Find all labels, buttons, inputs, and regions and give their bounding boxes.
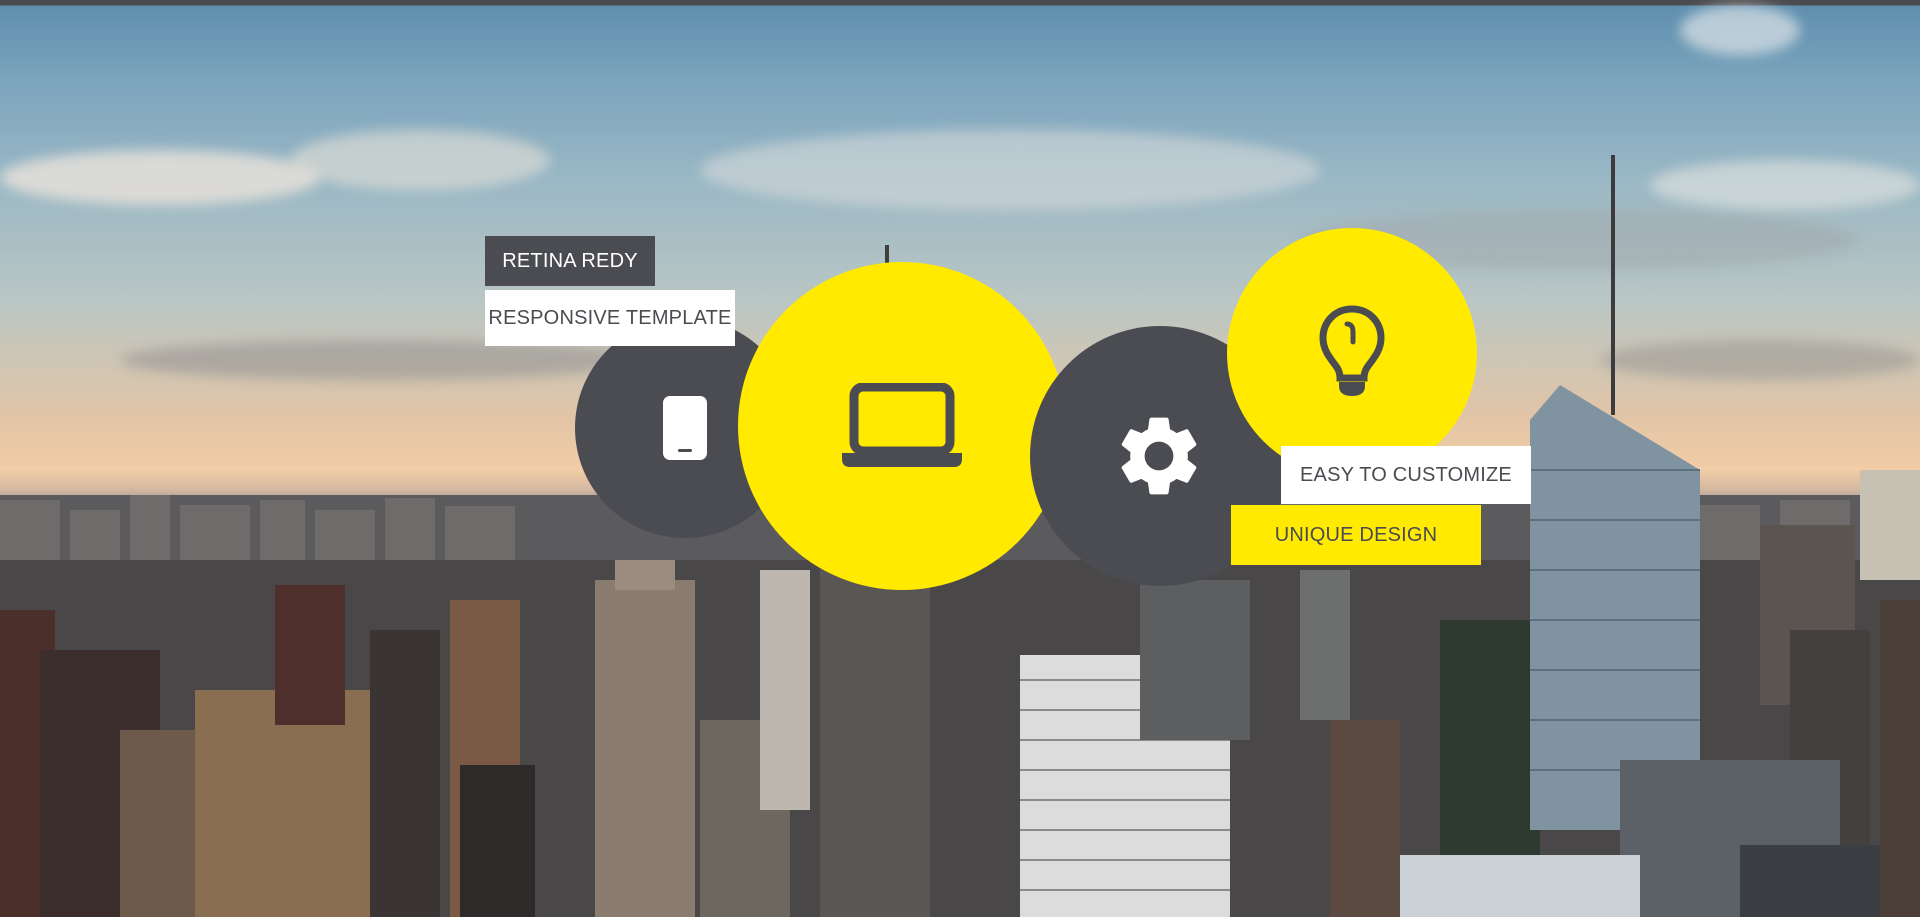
mobile-phone-icon xyxy=(663,396,707,460)
retina-ready-label: RETINA REDY xyxy=(485,236,655,286)
laptop-icon xyxy=(842,383,962,467)
laptop-feature-circle xyxy=(738,262,1066,590)
easy-to-customize-label: EASY TO CUSTOMIZE xyxy=(1281,446,1531,504)
lightbulb-icon xyxy=(1319,305,1385,396)
responsive-template-label: RESPONSIVE TEMPLATE xyxy=(485,290,735,346)
gear-icon xyxy=(1121,417,1197,495)
unique-design-label: UNIQUE DESIGN xyxy=(1231,505,1481,565)
idea-feature-circle xyxy=(1227,228,1477,478)
